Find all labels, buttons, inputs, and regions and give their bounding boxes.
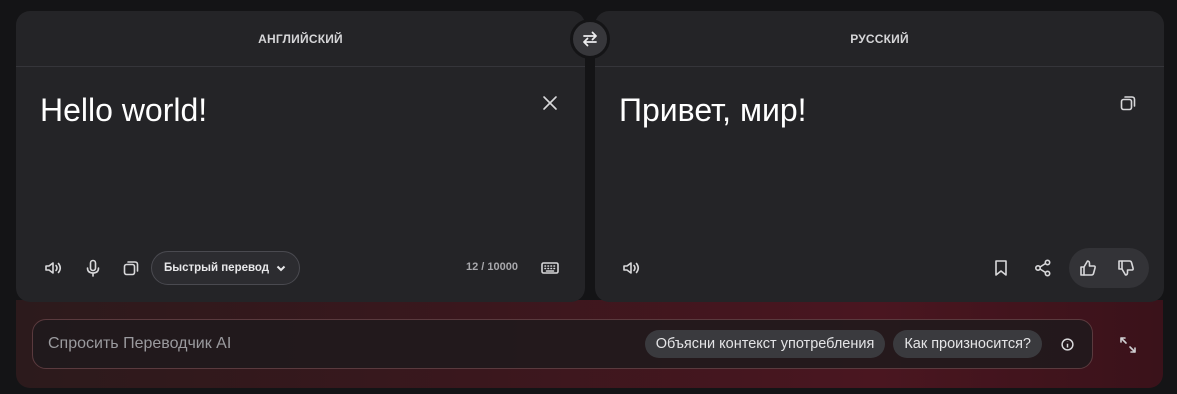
speaker-icon[interactable] [37,252,69,284]
microphone-icon[interactable] [77,252,109,284]
suggestion-chip-pronunciation[interactable]: Как произносится? [893,330,1042,358]
info-icon[interactable] [1054,331,1080,357]
copy-icon[interactable] [1112,87,1144,119]
target-language-selector[interactable]: РУССКИЙ [595,11,1164,67]
bookmark-icon[interactable] [985,252,1017,284]
share-icon[interactable] [1027,252,1059,284]
copy-icon[interactable] [115,252,147,284]
close-icon[interactable] [534,87,566,119]
chevron-down-icon [276,265,286,272]
ask-ai-placeholder: Спросить Переводчик AI [48,335,232,352]
target-language-label: РУССКИЙ [850,31,909,46]
quick-translate-label: Быстрый перевод [164,262,270,274]
keyboard-icon[interactable] [534,252,566,284]
source-language-label: АНГЛИЙСКИЙ [258,31,343,46]
source-panel: АНГЛИЙСКИЙ Hello world! Быстрый перевод … [16,11,585,302]
character-counter: 12 / 10000 [466,261,518,273]
translation-output: Привет, мир! [619,92,807,128]
ask-ai-input[interactable]: Спросить Переводчик AI Объясни контекст … [32,319,1093,369]
source-text-input[interactable]: Hello world! [40,92,207,128]
thumbs-up-icon[interactable] [1072,252,1104,284]
target-panel: РУССКИЙ Привет, мир! [595,11,1164,302]
swap-arrows-icon [583,31,597,47]
suggestion-chip-context[interactable]: Объясни контекст употребления [644,330,886,358]
swap-languages-button[interactable] [570,19,610,59]
expand-icon[interactable] [1112,329,1144,361]
source-language-selector[interactable]: АНГЛИЙСКИЙ [16,11,585,67]
quick-translate-dropdown[interactable]: Быстрый перевод [151,251,301,285]
thumbs-down-icon[interactable] [1110,252,1142,284]
speaker-icon[interactable] [615,252,647,284]
